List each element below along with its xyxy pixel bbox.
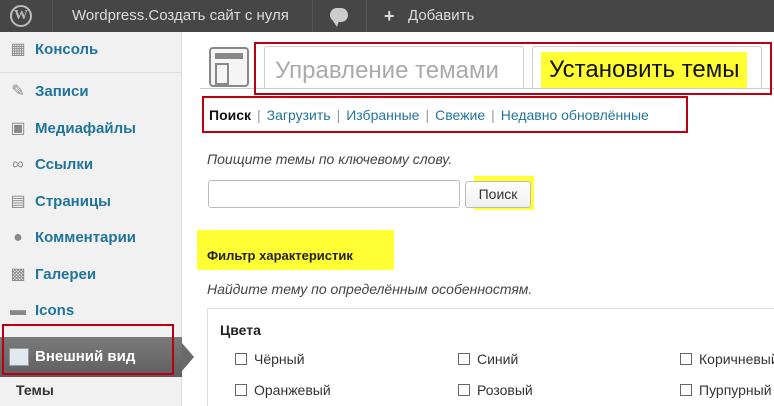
features-title: Фильтр характеристик bbox=[207, 248, 353, 263]
menu-item-dashboard[interactable]: ▦ Консоль bbox=[0, 32, 182, 68]
checkbox-icon[interactable] bbox=[235, 384, 247, 396]
menu-item-label: Страницы bbox=[35, 193, 111, 210]
comment-icon: ● bbox=[13, 229, 23, 246]
filter-link-upload[interactable]: Загрузить bbox=[267, 107, 331, 123]
menu-item-posts[interactable]: ✎ Записи bbox=[0, 74, 182, 110]
gallery-icon: ▩ bbox=[10, 266, 26, 283]
checkbox-icon[interactable] bbox=[680, 353, 692, 365]
media-icon: ▣ bbox=[10, 120, 26, 137]
color-checkbox-brown[interactable]: Коричневый bbox=[680, 351, 774, 367]
menu-item-galleries[interactable]: ▩ Галереи bbox=[0, 257, 182, 293]
checkbox-label: Синий bbox=[477, 351, 519, 367]
link-icon: ∞ bbox=[12, 156, 24, 173]
checkbox-label: Розовый bbox=[477, 382, 533, 398]
color-checkbox-blue[interactable]: Синий bbox=[458, 351, 518, 367]
search-button[interactable]: Поиск bbox=[465, 181, 531, 208]
color-checkbox-purple[interactable]: Пурпурный bbox=[680, 382, 772, 398]
menu-item-label: Галереи bbox=[35, 266, 97, 283]
site-name-link[interactable]: Wordpress.Создать сайт с нуля bbox=[72, 0, 289, 32]
checkbox-icon[interactable] bbox=[680, 384, 692, 396]
admin-sidebar: ▦ Консоль ✎ Записи ▣ Медиафайлы ∞ Ссылки… bbox=[0, 32, 194, 406]
checkbox-icon[interactable] bbox=[458, 353, 470, 365]
menu-item-icons[interactable]: ▬ Icons bbox=[0, 293, 182, 329]
color-checkbox-pink[interactable]: Розовый bbox=[458, 382, 533, 398]
admin-bar-divider bbox=[312, 0, 313, 32]
plus-icon[interactable]: + bbox=[384, 0, 395, 32]
submenu-item-themes[interactable]: Темы bbox=[16, 382, 54, 398]
tab-label: Установить темы bbox=[541, 52, 748, 88]
menu-item-label: Записи bbox=[35, 83, 89, 100]
menu-item-media[interactable]: ▣ Медиафайлы bbox=[0, 111, 182, 147]
menu-item-label: Внешний вид bbox=[35, 348, 136, 365]
menu-item-label: Консоль bbox=[35, 41, 99, 58]
search-hint: Поищите темы по ключевому слову. bbox=[207, 151, 453, 167]
colors-group-title: Цвета bbox=[220, 322, 261, 338]
admin-bar-divider bbox=[52, 0, 53, 32]
wordpress-logo-icon[interactable]: W bbox=[10, 5, 32, 27]
color-checkbox-orange[interactable]: Оранжевый bbox=[235, 382, 331, 398]
menu-item-label: Комментарии bbox=[35, 229, 137, 246]
appearance-icon bbox=[9, 348, 29, 366]
menu-item-label: Медиафайлы bbox=[35, 120, 136, 137]
color-checkbox-black[interactable]: Чёрный bbox=[235, 351, 305, 367]
checkbox-label: Пурпурный bbox=[699, 382, 772, 398]
features-hint: Найдите тему по определённым особенностя… bbox=[207, 281, 533, 297]
install-filter-nav: Поиск | Загрузить | Избранные | Свежие | Недавно… bbox=[209, 107, 649, 123]
add-new-link[interactable]: Добавить bbox=[408, 0, 474, 32]
menu-divider bbox=[0, 72, 182, 73]
filter-link-newest[interactable]: Свежие bbox=[435, 107, 485, 123]
page-icon: ▤ bbox=[10, 193, 26, 210]
search-input[interactable] bbox=[208, 180, 460, 208]
pin-icon: ✎ bbox=[11, 83, 25, 100]
menu-item-label: Icons bbox=[35, 302, 75, 319]
themes-screen-icon bbox=[209, 47, 249, 87]
admin-bar-divider bbox=[366, 0, 367, 32]
menu-item-appearance[interactable]: Внешний вид bbox=[0, 337, 194, 377]
menu-item-links[interactable]: ∞ Ссылки bbox=[0, 147, 182, 183]
checkbox-icon[interactable] bbox=[458, 384, 470, 396]
tab-manage-themes[interactable]: Управление темами bbox=[264, 46, 524, 88]
tab-install-themes[interactable]: Установить темы bbox=[532, 46, 762, 88]
filter-current-search[interactable]: Поиск bbox=[209, 107, 251, 123]
checkbox-label: Оранжевый bbox=[254, 382, 331, 398]
admin-bar: W Wordpress.Создать сайт с нуля + Добави… bbox=[0, 0, 774, 32]
icons-icon: ▬ bbox=[10, 302, 26, 319]
filter-link-featured[interactable]: Избранные bbox=[346, 107, 419, 123]
menu-item-pages[interactable]: ▤ Страницы bbox=[0, 184, 182, 220]
menu-item-comments[interactable]: ● Комментарии bbox=[0, 220, 182, 256]
checkbox-label: Коричневый bbox=[699, 351, 774, 367]
checkbox-label: Чёрный bbox=[254, 351, 305, 367]
comments-icon[interactable] bbox=[330, 8, 348, 27]
tabs-divider bbox=[200, 88, 774, 89]
checkbox-icon[interactable] bbox=[235, 353, 247, 365]
filter-link-updated[interactable]: Недавно обновлённые bbox=[501, 107, 649, 123]
menu-item-label: Ссылки bbox=[35, 156, 94, 173]
dashboard-icon: ▦ bbox=[10, 41, 26, 58]
tab-label: Управление темами bbox=[275, 57, 499, 84]
